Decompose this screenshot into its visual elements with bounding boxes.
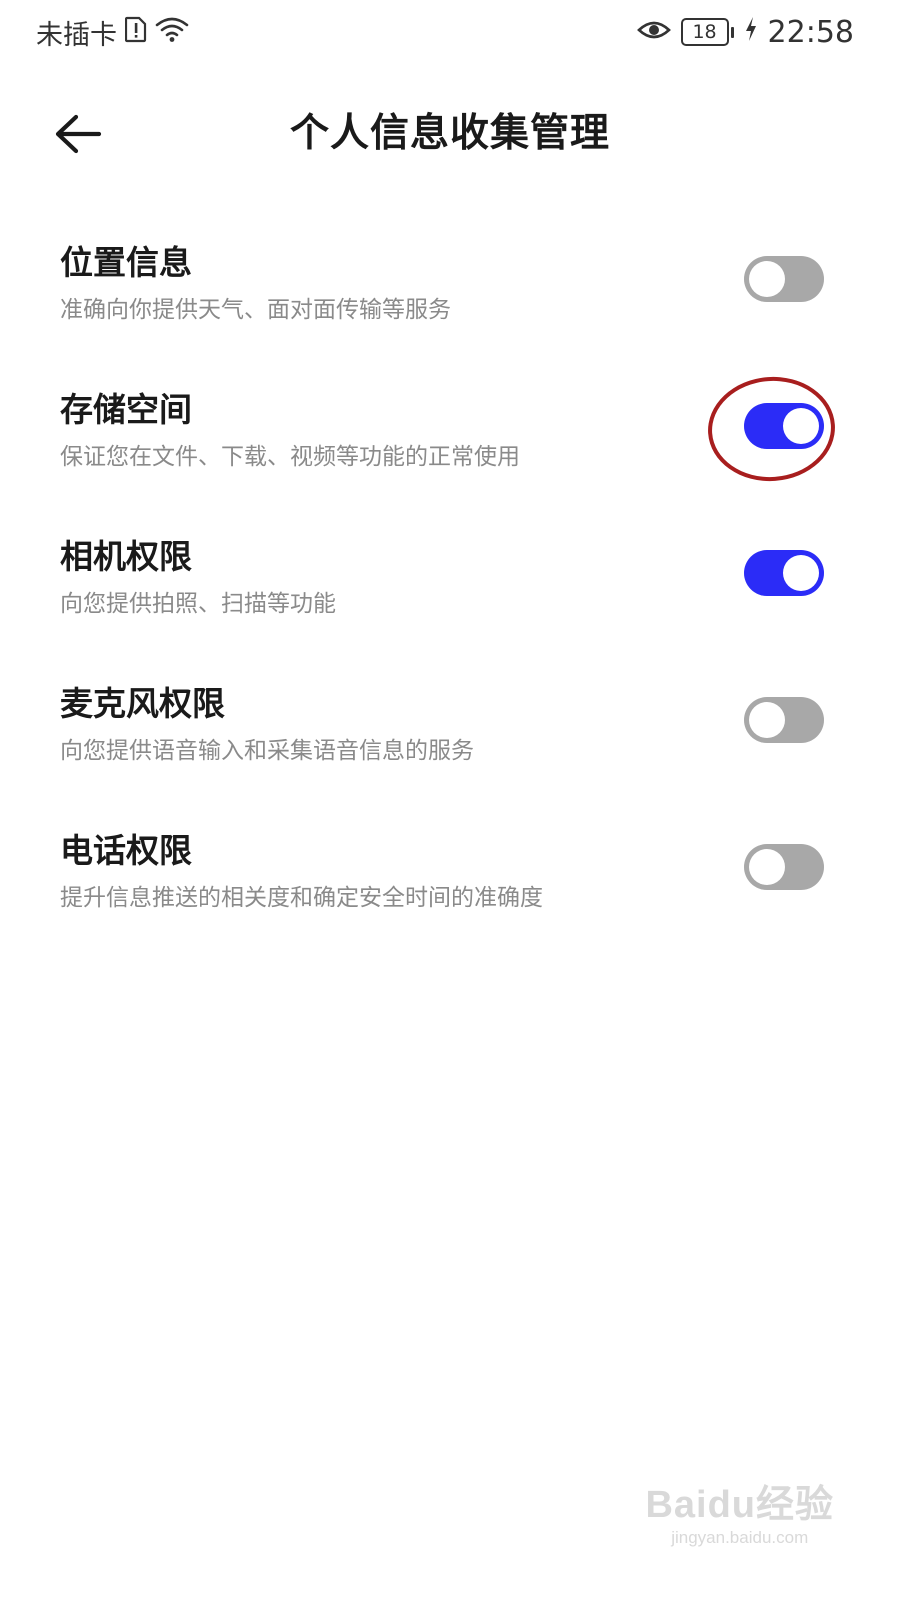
setting-title: 麦克风权限	[60, 684, 225, 723]
battery-level: 18	[680, 18, 729, 46]
setting-item-microphone[interactable]: 麦克风权限 向您提供语音输入和采集语音信息的服务	[0, 667, 900, 814]
setting-description: 准确向你提供天气、面对面传输等服务	[60, 297, 451, 323]
status-bar-left: 未插卡	[36, 10, 189, 54]
back-button[interactable]	[50, 108, 106, 160]
status-bar: 未插卡 18 22:58	[0, 0, 900, 64]
carrier-label: 未插卡	[36, 19, 117, 51]
storage-toggle[interactable]	[744, 403, 824, 449]
setting-title: 相机权限	[60, 537, 192, 576]
setting-title: 电话权限	[60, 831, 192, 870]
setting-item-phone[interactable]: 电话权限 提升信息推送的相关度和确定安全时间的准确度	[0, 814, 900, 961]
page-title: 个人信息收集管理	[289, 111, 610, 156]
microphone-toggle[interactable]	[744, 697, 824, 743]
sim-alert-icon	[124, 15, 147, 50]
charging-icon	[744, 15, 758, 50]
watermark-url: jingyan.baidu.com	[671, 1528, 809, 1547]
setting-title: 位置信息	[60, 243, 192, 282]
watermark: Baidu经验 jingyan.baidu.com	[645, 1473, 834, 1548]
setting-item-camera[interactable]: 相机权限 向您提供拍照、扫描等功能	[0, 520, 900, 667]
toggle-knob	[783, 408, 819, 444]
phone-toggle[interactable]	[744, 844, 824, 890]
setting-description: 向您提供拍照、扫描等功能	[60, 591, 336, 617]
setting-description: 向您提供语音输入和采集语音信息的服务	[60, 738, 474, 764]
battery-icon: 18	[680, 18, 734, 46]
setting-item-location[interactable]: 位置信息 准确向你提供天气、面对面传输等服务	[0, 226, 900, 373]
toggle-knob	[749, 261, 785, 297]
eye-icon	[636, 15, 671, 50]
toggle-knob	[783, 555, 819, 591]
wifi-icon	[155, 15, 189, 50]
watermark-logo: Baidu经验	[645, 1484, 834, 1526]
camera-toggle[interactable]	[744, 550, 824, 596]
toggle-knob	[749, 849, 785, 885]
settings-list: 位置信息 准确向你提供天气、面对面传输等服务 存储空间 保证您在文件、下载、视频…	[0, 226, 900, 961]
header: 个人信息收集管理	[0, 92, 900, 176]
setting-description: 保证您在文件、下载、视频等功能的正常使用	[60, 444, 520, 470]
setting-description: 提升信息推送的相关度和确定安全时间的准确度	[60, 885, 543, 911]
battery-tip	[730, 26, 734, 38]
setting-item-storage[interactable]: 存储空间 保证您在文件、下载、视频等功能的正常使用	[0, 373, 900, 520]
setting-title: 存储空间	[60, 390, 192, 429]
location-toggle[interactable]	[744, 256, 824, 302]
toggle-knob	[749, 702, 785, 738]
status-bar-right: 18 22:58	[636, 10, 854, 54]
clock: 22:58	[767, 14, 854, 50]
back-arrow-icon	[55, 114, 102, 154]
